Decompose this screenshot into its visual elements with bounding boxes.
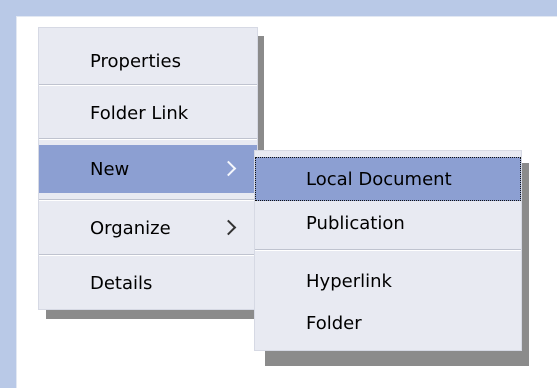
- chevron-right-icon: [220, 160, 237, 177]
- submenu-item-folder[interactable]: Folder: [255, 303, 521, 343]
- menu-separator: [39, 138, 257, 140]
- menu-separator: [39, 199, 257, 201]
- context-menu: Properties Folder Link New Organize Deta…: [38, 27, 258, 310]
- chevron-right-icon: [220, 219, 237, 236]
- menu-item-folder-link[interactable]: Folder Link: [39, 95, 257, 131]
- menu-item-label: Folder Link: [90, 102, 189, 124]
- submenu-item-label: Folder: [306, 312, 362, 334]
- submenu-item-local-document[interactable]: Local Document: [255, 157, 521, 201]
- submenu-item-label: Publication: [306, 212, 405, 234]
- menu-separator: [39, 254, 257, 256]
- submenu-item-label: Hyperlink: [306, 270, 392, 292]
- menu-item-label: Properties: [90, 50, 181, 72]
- menu-item-organize[interactable]: Organize: [39, 209, 257, 247]
- menu-item-label: Organize: [90, 217, 171, 239]
- menu-item-new[interactable]: New: [39, 145, 257, 193]
- menu-item-properties[interactable]: Properties: [39, 43, 257, 79]
- submenu-item-label: Local Document: [306, 168, 452, 190]
- submenu-item-publication[interactable]: Publication: [255, 203, 521, 243]
- submenu-new: Local Document Publication Hyperlink Fol…: [254, 150, 522, 351]
- menu-item-label: New: [90, 158, 130, 180]
- menu-separator: [39, 84, 257, 86]
- menu-item-details[interactable]: Details: [39, 265, 257, 301]
- menu-separator: [255, 249, 521, 251]
- menu-item-label: Details: [90, 272, 153, 294]
- submenu-item-hyperlink[interactable]: Hyperlink: [255, 261, 521, 301]
